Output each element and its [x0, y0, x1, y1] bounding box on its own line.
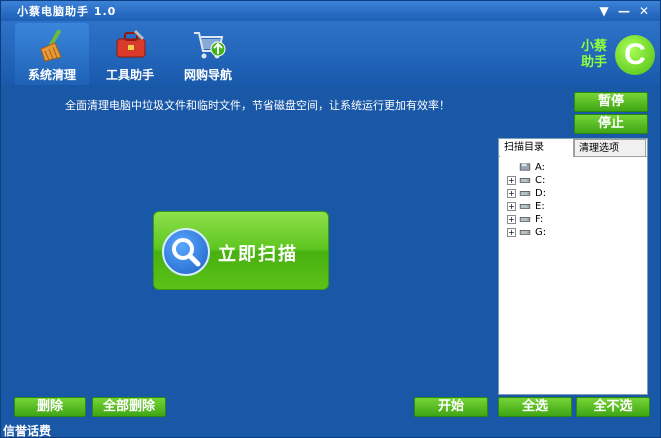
select-none-button[interactable]: 全不选: [576, 397, 650, 417]
hard-drive-icon: [519, 178, 531, 183]
tree-item-drive-g[interactable]: + G:: [507, 226, 546, 239]
hard-drive-icon: [519, 217, 531, 222]
drive-tree: A: + C: + D: + E: + F: + G:: [507, 161, 546, 239]
app-logo: 小蔡助手 C: [579, 33, 657, 85]
drive-label: F:: [535, 214, 544, 225]
hard-drive-icon: [519, 230, 531, 235]
expand-icon[interactable]: +: [507, 201, 516, 211]
hard-drive-icon: [519, 191, 531, 196]
tree-item-drive-f[interactable]: + F:: [507, 213, 546, 226]
tab-label: 网购导航: [183, 68, 232, 82]
tree-item-drive-d[interactable]: + D:: [507, 187, 546, 200]
hard-drive-icon: [519, 204, 531, 209]
broom-icon: [40, 29, 62, 62]
scan-directory-panel: 扫描目录 清理选项 A: + C: + D: + E: + F: + G:: [498, 138, 648, 395]
app-title: 小蔡电脑助手 1.0: [17, 5, 117, 18]
delete-all-button[interactable]: 全部删除: [92, 397, 166, 417]
pause-button[interactable]: 暂停: [574, 92, 648, 112]
tab-scan-directory[interactable]: 扫描目录: [500, 139, 574, 157]
app-window: 小蔡电脑助手 1.0 ▼ — ✕ 系统清理 工具助手 网购导航 小蔡助手 C 全…: [0, 0, 661, 438]
tab-system-cleanup[interactable]: 系统清理: [15, 23, 89, 85]
logo-circle-icon: C: [615, 35, 655, 75]
footer-link[interactable]: 信誉话费: [3, 422, 51, 437]
tab-label: 工具助手: [105, 68, 154, 82]
delete-button[interactable]: 删除: [14, 397, 86, 417]
floppy-icon: [519, 163, 531, 171]
scan-button-label: 立即扫描: [218, 244, 298, 265]
magnifier-icon: [162, 228, 210, 276]
header-toolbar: 系统清理 工具助手 网购导航 小蔡助手 C: [1, 21, 660, 85]
tab-tool-assistant[interactable]: 工具助手: [93, 23, 167, 85]
title-bar[interactable]: 小蔡电脑助手 1.0 ▼ — ✕: [1, 1, 660, 21]
expand-icon[interactable]: +: [507, 175, 516, 185]
expand-icon[interactable]: +: [507, 227, 516, 237]
shopping-cart-icon: [194, 32, 226, 59]
panel-tabs: 扫描目录 清理选项: [499, 139, 647, 157]
drive-label: C:: [535, 175, 546, 186]
tree-item-drive-e[interactable]: + E:: [507, 200, 546, 213]
close-button[interactable]: ✕: [637, 4, 651, 18]
toolbox-icon: [116, 29, 146, 58]
expand-icon[interactable]: +: [507, 214, 516, 224]
minimize-button[interactable]: —: [617, 4, 631, 18]
tree-item-drive-c[interactable]: + C:: [507, 174, 546, 187]
drive-label: A:: [535, 162, 546, 173]
expand-icon[interactable]: +: [507, 188, 516, 198]
tab-shopping-nav[interactable]: 网购导航: [171, 23, 245, 85]
logo-text: 小蔡助手: [581, 39, 608, 70]
tab-label: 系统清理: [27, 68, 76, 82]
drive-label: D:: [535, 188, 547, 199]
tree-item-drive-a[interactable]: A:: [507, 161, 546, 174]
start-button[interactable]: 开始: [414, 397, 488, 417]
drive-label: G:: [535, 227, 547, 238]
menu-dropdown-icon[interactable]: ▼: [597, 4, 611, 18]
scan-now-button[interactable]: 立即扫描: [153, 211, 329, 290]
stop-button[interactable]: 停止: [574, 114, 648, 134]
page-description: 全面清理电脑中垃圾文件和临时文件，节省磁盘空间，让系统运行更加有效率！: [65, 99, 450, 112]
select-all-button[interactable]: 全选: [498, 397, 572, 417]
tab-cleanup-options[interactable]: 清理选项: [574, 139, 646, 157]
drive-label: E:: [535, 201, 545, 212]
